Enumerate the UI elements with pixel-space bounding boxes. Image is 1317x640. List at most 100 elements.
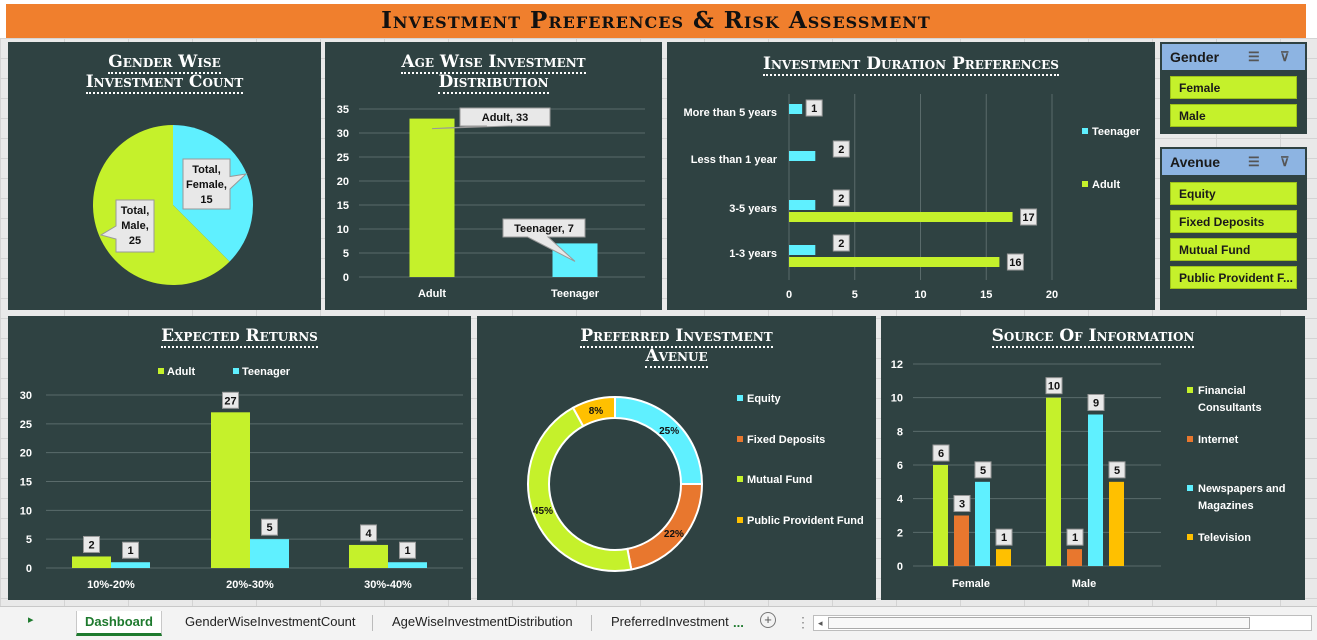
x-tick-label: Adult	[418, 288, 446, 300]
legend-label: Mutual Fund	[747, 474, 812, 486]
svg-text:Total,: Total,	[121, 205, 150, 217]
legend-marker	[737, 517, 743, 523]
add-sheet-icon[interactable]: +	[760, 612, 776, 628]
data-label: 2	[838, 193, 844, 205]
avenue-slicer-header: Avenue ☰ ⊽	[1162, 149, 1305, 175]
scroll-right-icon[interactable]: ▸	[28, 613, 34, 626]
y-tick-label: 20	[20, 448, 32, 460]
multi-select-icon[interactable]: ☰	[1248, 44, 1260, 70]
slicer-item-fixed-deposits[interactable]: Fixed Deposits	[1170, 210, 1297, 233]
bar-teenager	[789, 245, 816, 255]
tab-preferred-investment[interactable]: PreferredInvestment	[603, 611, 737, 633]
legend-label: Fixed Deposits	[747, 434, 825, 446]
data-label: 1	[127, 545, 133, 557]
avenue-slicer[interactable]: Avenue ☰ ⊽ Equity Fixed Deposits Mutual …	[1160, 147, 1307, 310]
bar-series-1	[1067, 549, 1082, 566]
legend-marker	[1187, 534, 1193, 540]
bar-adult	[211, 412, 250, 568]
gender-chart-panel[interactable]: Gender Wise Investment Count Total, Female…	[8, 42, 321, 310]
donut-slice	[626, 483, 704, 571]
x-tick-label: 0	[786, 289, 792, 301]
bar-adult	[789, 212, 1013, 222]
slicer-item-male[interactable]: Male	[1170, 104, 1297, 127]
x-tick-label: 20	[1046, 289, 1058, 301]
y-tick-label: 8	[897, 426, 903, 438]
slicer-item-public-provident-fund[interactable]: Public Provident F...	[1170, 266, 1297, 289]
data-label: 6	[938, 448, 944, 460]
bar-series-3	[996, 549, 1011, 566]
clear-filter-icon[interactable]: ⊽	[1280, 149, 1290, 175]
svg-text:Female,: Female,	[186, 179, 227, 191]
y-tick-label: 0	[343, 272, 349, 284]
legend-marker	[158, 368, 164, 374]
y-tick-label: 6	[897, 460, 903, 472]
legend-marker	[233, 368, 239, 374]
y-tick-label: 12	[891, 359, 903, 371]
data-label: 4	[365, 528, 372, 540]
y-tick-label: 30	[20, 390, 32, 402]
legend-label: Magazines	[1198, 500, 1254, 512]
y-tick-label: 30	[337, 128, 349, 140]
svg-text:15: 15	[200, 194, 212, 206]
y-tick-label: 10	[20, 505, 32, 517]
legend-marker	[1187, 485, 1193, 491]
source-chart-panel[interactable]: Source Of Information 0 2 4 6 8 10 12 Female 6 3 5…	[881, 316, 1305, 600]
returns-bar-chart: 0 5 10 15 20 25 30 10%-20% 2 1 20%-30% 27 5 30%-40% 4 1…	[20, 366, 463, 591]
bar-adult	[789, 257, 1000, 267]
data-label: 17	[1022, 212, 1034, 224]
slicer-item-mutual-fund[interactable]: Mutual Fund	[1170, 238, 1297, 261]
legend-label: Teenager	[242, 366, 291, 378]
legend-marker	[737, 436, 743, 442]
age-chart-panel[interactable]: Age Wise Investment Distribution 0 5 10 15 20…	[325, 42, 662, 310]
legend-label: Public Provident Fund	[747, 515, 864, 527]
data-label: 1	[404, 545, 410, 557]
slicer-item-equity[interactable]: Equity	[1170, 182, 1297, 205]
y-tick-label: 3-5 years	[729, 203, 777, 215]
tab-split-handle[interactable]: ⋮	[796, 614, 810, 631]
y-tick-label: 0	[897, 561, 903, 573]
sheet-tab-bar: ▸ Dashboard GenderWiseInvestmentCount Ag…	[0, 606, 1317, 640]
gender-slicer[interactable]: Gender ☰ ⊽ Female Male	[1160, 42, 1307, 134]
y-tick-label: 10	[337, 224, 349, 236]
y-tick-label: 5	[26, 534, 32, 546]
duration-chart-panel[interactable]: Investment Duration Preferences 0 5 10 15 20…	[667, 42, 1155, 310]
data-label: 2	[88, 539, 94, 551]
bar-teenager	[789, 151, 816, 161]
tab-gender-wise-investment-count[interactable]: GenderWiseInvestmentCount	[177, 611, 364, 633]
scrollbar-thumb[interactable]	[828, 617, 1250, 629]
bar-adult	[72, 556, 111, 568]
x-tick-label: 5	[852, 289, 858, 301]
avenue-chart-panel[interactable]: Preferred Investment Avenue 25% 22% 45% 8% Eq…	[477, 316, 876, 600]
legend-label: Television	[1198, 532, 1251, 544]
multi-select-icon[interactable]: ☰	[1248, 149, 1260, 175]
data-label: 16	[1009, 257, 1021, 269]
bar-adult	[349, 544, 388, 568]
returns-chart-panel[interactable]: Expected Returns 0 5 10 15 20 25 30 10%-20% 2 1 20…	[8, 316, 471, 600]
legend-marker	[1187, 436, 1193, 442]
slicer-item-female[interactable]: Female	[1170, 76, 1297, 99]
source-bar-chart: 0 2 4 6 8 10 12 Female 6 3 5 1 Male 10 1 9 5 Financial Con…	[891, 359, 1286, 590]
clear-filter-icon[interactable]: ⊽	[1280, 44, 1290, 70]
svg-text:Total,: Total,	[192, 164, 221, 176]
y-tick-label: 25	[20, 419, 32, 431]
bar-series-1	[954, 515, 969, 566]
data-label: 1	[1072, 532, 1078, 544]
data-label: 2	[838, 238, 844, 250]
svg-text:25: 25	[129, 235, 141, 247]
duration-bar-chart: 0 5 10 15 20 More than 5 years 1 Less than 1 ye…	[683, 94, 1141, 301]
tab-dashboard[interactable]: Dashboard	[76, 611, 162, 636]
tab-age-wise-investment-distribution[interactable]: AgeWiseInvestmentDistribution	[384, 611, 581, 633]
data-label: 3	[959, 499, 965, 511]
y-tick-label: 4	[897, 494, 904, 506]
svg-text:Male,: Male,	[121, 220, 149, 232]
donut-data-label: 25%	[659, 426, 679, 437]
data-label: 27	[224, 395, 236, 407]
scroll-left-icon[interactable]: ◂	[818, 616, 823, 630]
y-tick-label: 1-3 years	[729, 248, 777, 260]
more-tabs-button[interactable]: ...	[733, 615, 744, 630]
y-tick-label: 2	[897, 527, 903, 539]
y-tick-label: 25	[337, 152, 349, 164]
data-label: 1	[1001, 532, 1007, 544]
dashboard-title: Investment Preferences & Risk Assessment	[6, 4, 1306, 38]
horizontal-scrollbar[interactable]: ◂	[813, 615, 1312, 631]
